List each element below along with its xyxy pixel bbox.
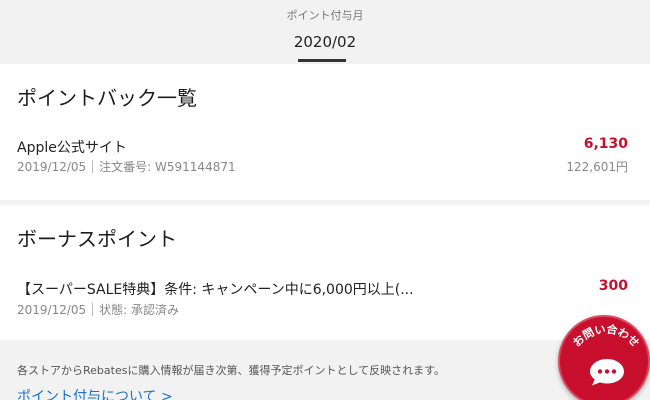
store-name[interactable]: Apple公式サイト [17, 137, 127, 157]
month-label: ポイント付与月 [286, 9, 364, 22]
notice-text: 各ストアからRebatesに購入情報が届き次第、獲得予定ポイントとして反映されま… [17, 364, 446, 377]
bonus-date: 2019/12/05 [17, 303, 87, 317]
month-selector[interactable]: 2020/02 [0, 33, 650, 51]
pointback-section: ポイントバック一覧 Apple公式サイト 2019/12/05 注文番号: W59… [0, 64, 650, 200]
bonus-status: 状態: 承認済み [99, 303, 180, 317]
order-number: 注文番号: W591144871 [99, 160, 236, 174]
month-header: ポイント付与月 2020/02 [0, 0, 650, 63]
point-info-link[interactable]: ポイント付与について > [17, 386, 173, 400]
purchase-date: 2019/12/05 [17, 160, 87, 174]
points-value: 6,130 [583, 136, 628, 152]
meta-divider [92, 303, 94, 316]
item-meta: 2019/12/05 注文番号: W591144871 [17, 158, 236, 175]
section-title-bonus: ボーナスポイント [17, 227, 177, 251]
item-meta: 2019/12/05 状態: 承認済み [17, 301, 179, 318]
meta-divider [92, 160, 94, 173]
active-month-indicator [298, 59, 346, 62]
svg-text:お問い合わせ: お問い合わせ [570, 322, 641, 350]
section-title-pointback: ポイントバック一覧 [17, 86, 197, 110]
bonus-name[interactable]: 【スーパーSALE特典】条件: キャンペーン中に6,000円以上(... [17, 279, 414, 299]
contact-label: お問い合わせ [570, 322, 641, 350]
purchase-amount: 122,601円 [566, 160, 628, 174]
chat-bubble-icon [590, 359, 624, 386]
contact-button[interactable]: お問い合わせ [558, 315, 650, 400]
bonus-points-value: 300 [598, 278, 628, 294]
bonus-section: ボーナスポイント 【スーパーSALE特典】条件: キャンペーン中に6,000円以… [0, 205, 650, 340]
